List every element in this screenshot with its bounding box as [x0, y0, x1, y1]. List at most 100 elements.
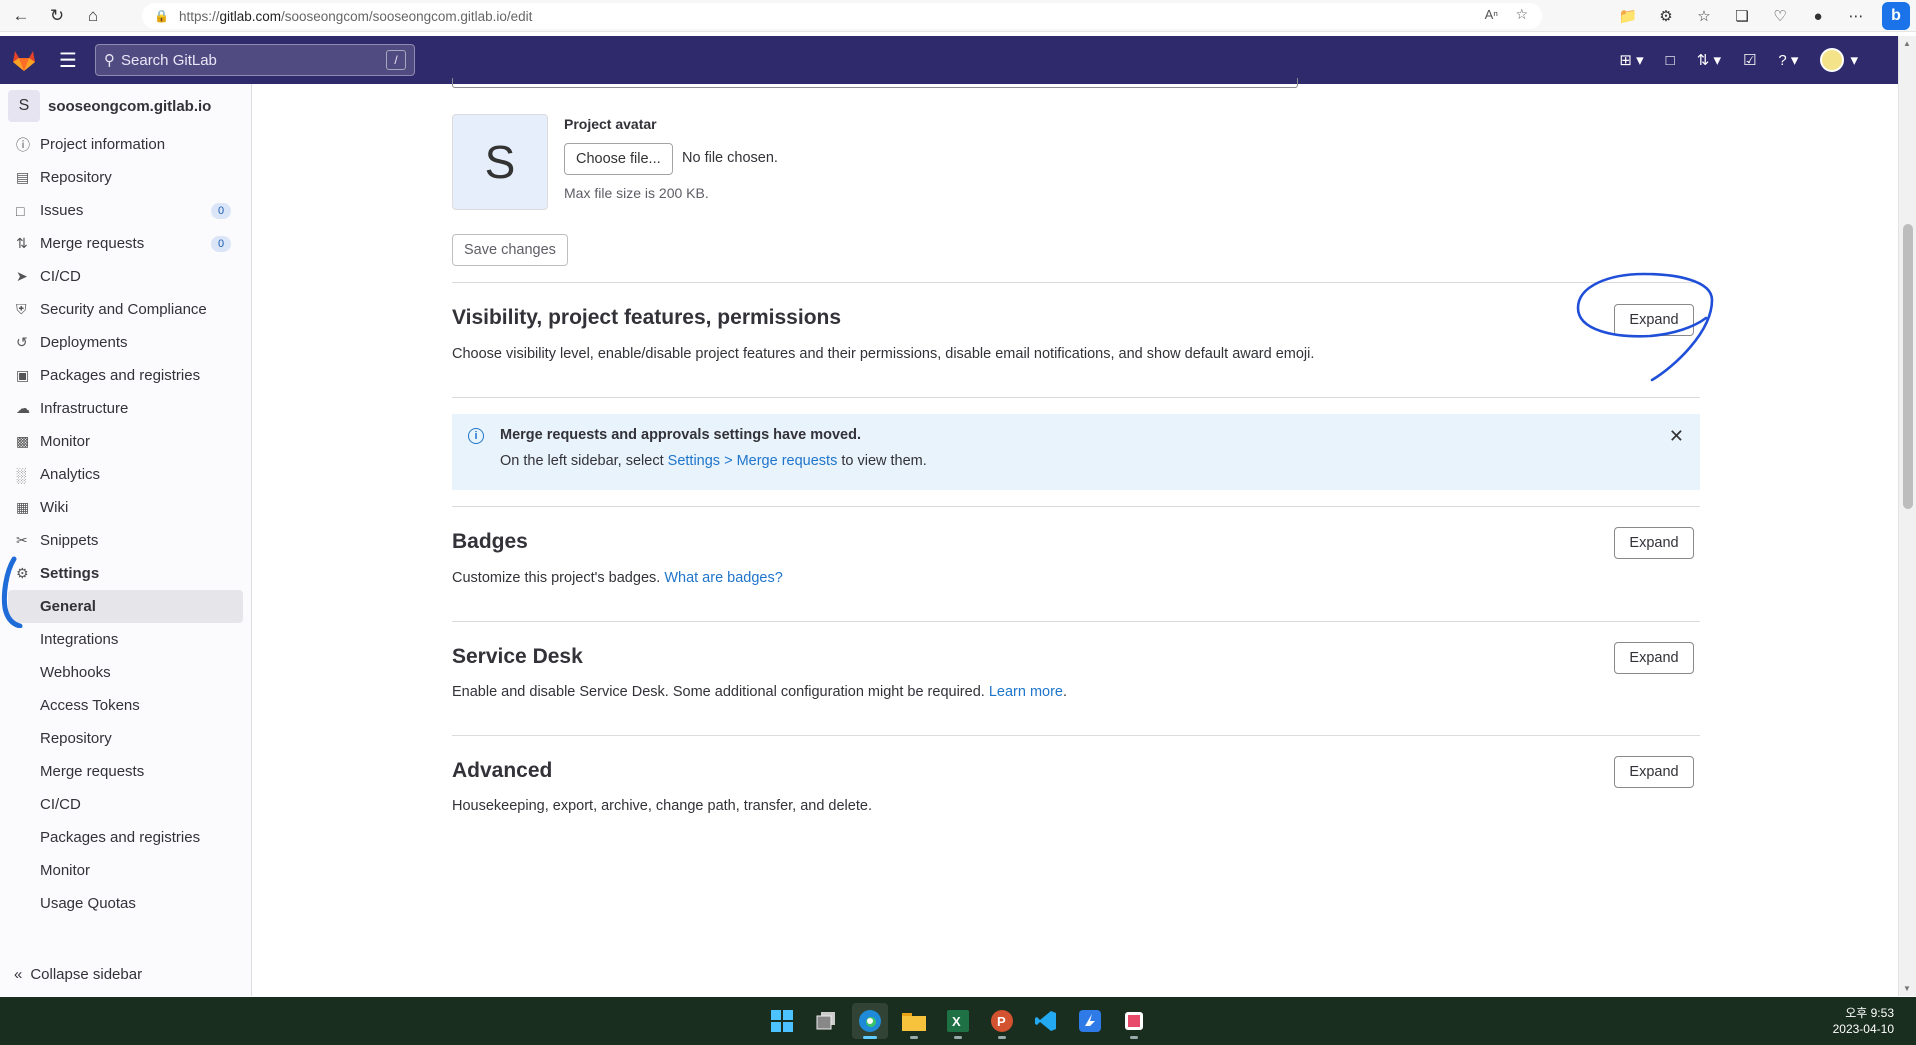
profile-icon[interactable]: ● — [1806, 4, 1830, 28]
doc-icon: ▤ — [16, 169, 30, 185]
alert-text: On the left sidebar, select Settings > M… — [500, 453, 927, 469]
settings-merge-requests-link[interactable]: Settings > Merge requests — [668, 453, 838, 469]
choose-file-button[interactable]: Choose file... — [564, 143, 673, 175]
sidebar-item-merge-requests[interactable]: ⇅ Merge requests 0 — [0, 227, 251, 260]
visibility-section-desc: Choose visibility level, enable/disable … — [452, 346, 1315, 362]
create-new-icon[interactable]: ⊞ ▾ — [1619, 51, 1643, 69]
sidebar-item-packages-and-registries[interactable]: ▣ Packages and registries — [0, 359, 251, 392]
favorites-icon[interactable]: ☆ — [1692, 4, 1716, 28]
deployments-icon: ↺ — [16, 334, 28, 350]
task-view-icon[interactable] — [808, 1003, 844, 1039]
edge-browser-icon[interactable] — [852, 1003, 888, 1039]
file-explorer-icon[interactable] — [896, 1003, 932, 1039]
what-are-badges-link[interactable]: What are badges? — [664, 570, 783, 586]
merge-requests-nav-icon[interactable]: ⇅ ▾ — [1697, 51, 1721, 69]
settings-subitem-general[interactable]: General — [8, 590, 243, 623]
more-menu-icon[interactable]: ⋯ — [1844, 4, 1868, 28]
badges-section-title: Badges — [452, 530, 528, 553]
user-menu[interactable]: ▾ — [1820, 48, 1858, 72]
settings-subitem-ci-cd[interactable]: CI/CD — [0, 788, 251, 821]
settings-subnav: General Integrations Webhooks Access Tokens… — [0, 590, 251, 920]
settings-subitem-packages-and-registries[interactable]: Packages and registries — [0, 821, 251, 854]
sidebar-item-monitor[interactable]: ▩ Monitor — [0, 425, 251, 458]
monitor-icon: ▩ — [16, 433, 30, 449]
scrollbar-thumb[interactable] — [1903, 224, 1913, 509]
settings-subitem-webhooks[interactable]: Webhooks — [0, 656, 251, 689]
learn-more-link[interactable]: Learn more — [989, 684, 1063, 700]
section-divider — [452, 621, 1700, 622]
sidebar-item-issues[interactable]: □ Issues 0 — [0, 194, 251, 227]
page-scrollbar[interactable]: ▲ ▼ — [1898, 36, 1916, 996]
home-icon[interactable]: ⌂ — [78, 1, 108, 31]
close-icon[interactable]: ✕ — [1669, 426, 1684, 447]
gitlab-logo-icon[interactable] — [0, 36, 48, 84]
sidebar-item-security-and-compliance[interactable]: ⛨ Security and Compliance — [0, 293, 251, 326]
badges-expand-button[interactable]: Expand — [1614, 527, 1694, 559]
sidebar-item-snippets[interactable]: ✂ Snippets — [0, 524, 251, 557]
settings-subitem-repository[interactable]: Repository — [0, 722, 251, 755]
todo-icon[interactable]: ☑ — [1743, 51, 1756, 69]
sidebar-item-wiki[interactable]: ▦ Wiki — [0, 491, 251, 524]
extensions-icon[interactable]: ⚙ — [1654, 4, 1678, 28]
mail-app-icon[interactable] — [1072, 1003, 1108, 1039]
address-bar[interactable]: 🔒 https://gitlab.com/sooseongcom/sooseon… — [142, 3, 1542, 29]
advanced-expand-button[interactable]: Expand — [1614, 756, 1694, 788]
info-icon: ⓘ — [16, 136, 30, 153]
section-divider — [452, 397, 1700, 398]
sidebar-item-settings[interactable]: ⚙ Settings — [0, 557, 251, 590]
collections-icon[interactable]: ❏ — [1730, 4, 1754, 28]
settings-subitem-monitor[interactable]: Monitor — [0, 854, 251, 887]
clock-date: 2023-04-10 — [1832, 1022, 1894, 1036]
info-icon: i — [468, 428, 484, 444]
snipping-tool-icon[interactable] — [1116, 1003, 1152, 1039]
issues-nav-icon[interactable]: □ — [1666, 52, 1675, 69]
sidebar-item-ci-cd[interactable]: ➤ CI/CD — [0, 260, 251, 293]
powerpoint-icon[interactable]: P — [984, 1003, 1020, 1039]
service-desk-section-desc: Enable and disable Service Desk. Some ad… — [452, 684, 1067, 700]
sidebar-item-deployments[interactable]: ↺ Deployments — [0, 326, 251, 359]
settings-subitem-usage-quotas[interactable]: Usage Quotas — [0, 887, 251, 920]
save-changes-button[interactable]: Save changes — [452, 234, 568, 266]
collapse-sidebar-button[interactable]: « Collapse sidebar — [14, 952, 142, 996]
project-avatar: S — [8, 90, 40, 122]
service-desk-expand-button[interactable]: Expand — [1614, 642, 1694, 674]
description-textarea[interactable] — [452, 78, 1298, 88]
sidebar-item-repository[interactable]: ▤ Repository — [0, 161, 251, 194]
refresh-icon[interactable]: ↻ — [42, 1, 72, 31]
settings-subitem-merge-requests[interactable]: Merge requests — [0, 755, 251, 788]
scroll-down-icon[interactable]: ▼ — [1903, 984, 1913, 993]
windows-start-icon[interactable] — [764, 1003, 800, 1039]
collections-folder-icon[interactable]: 📁 — [1616, 4, 1640, 28]
advanced-section-title: Advanced — [452, 759, 553, 782]
help-icon[interactable]: ? ▾ — [1778, 51, 1798, 69]
search-icon: ⚲ — [104, 52, 115, 69]
sidebar-item-project-information[interactable]: ⓘ Project information — [0, 128, 251, 161]
url-path: /sooseongcom/sooseongcom.gitlab.io/edit — [281, 8, 533, 24]
sidebar-item-label: Packages and registries — [40, 367, 201, 384]
max-file-size-hint: Max file size is 200 KB. — [564, 185, 709, 201]
favorite-add-icon[interactable]: ☆ — [1515, 6, 1528, 23]
vscode-icon[interactable] — [1028, 1003, 1064, 1039]
scroll-up-icon[interactable]: ▲ — [1903, 39, 1913, 48]
sidebar-item-infrastructure[interactable]: ☁ Infrastructure — [0, 392, 251, 425]
sidebar-item-label: Security and Compliance — [40, 301, 207, 318]
hamburger-menu-icon[interactable]: ☰ — [48, 48, 88, 73]
browser-essentials-icon[interactable]: ♡ — [1768, 4, 1792, 28]
back-icon[interactable]: ← — [6, 1, 36, 31]
sidebar-item-label: Repository — [40, 169, 112, 186]
excel-icon[interactable]: X — [940, 1003, 976, 1039]
read-aloud-icon[interactable]: Aⁿ — [1485, 7, 1498, 22]
section-divider — [452, 282, 1700, 283]
system-clock[interactable]: 오후 9:53 2023-04-10 — [1833, 1005, 1894, 1037]
project-avatar-label: Project avatar — [564, 116, 657, 132]
visibility-section-title: Visibility, project features, permission… — [452, 306, 842, 329]
bing-icon[interactable]: b — [1882, 2, 1910, 30]
project-header[interactable]: S sooseongcom.gitlab.io — [0, 84, 251, 128]
settings-subitem-integrations[interactable]: Integrations — [0, 623, 251, 656]
sidebar-item-analytics[interactable]: ░ Analytics — [0, 458, 251, 491]
badges-desc-text: Customize this project's badges. — [452, 570, 665, 586]
sidebar-item-label: Snippets — [40, 532, 99, 549]
search-input[interactable]: ⚲ Search GitLab / — [95, 44, 415, 76]
alert-text-before: On the left sidebar, select — [500, 453, 668, 469]
settings-subitem-access-tokens[interactable]: Access Tokens — [0, 689, 251, 722]
